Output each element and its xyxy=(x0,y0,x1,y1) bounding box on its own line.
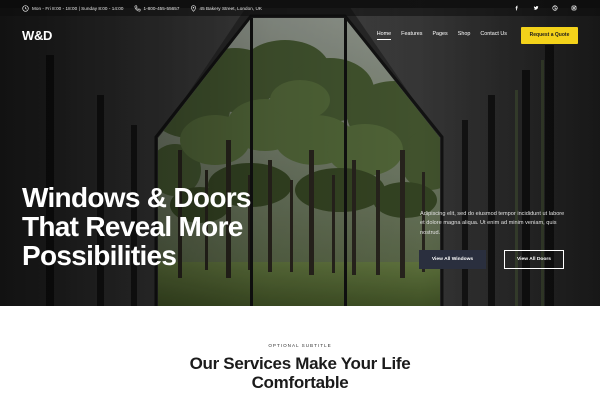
section-subtitle: OPTIONAL SUBTITLE xyxy=(268,343,332,348)
clock-icon xyxy=(22,4,29,12)
site-logo[interactable]: W&D xyxy=(22,28,52,43)
view-all-doors-button[interactable]: View All Doors xyxy=(504,250,564,269)
phone-icon xyxy=(134,5,140,11)
hero-title-line: Windows & Doors xyxy=(22,182,252,213)
social-links xyxy=(513,4,578,12)
contact-info: Mon - Fri 8:00 - 18:00 | Sunday 8:00 - 1… xyxy=(22,4,262,12)
address-text: 45 Bakery Street, London, UK xyxy=(199,5,262,11)
request-quote-button[interactable]: Request a Quote xyxy=(521,26,578,44)
top-info-bar: Mon - Fri 8:00 - 18:00 | Sunday 8:00 - 1… xyxy=(0,0,600,16)
instagram-icon[interactable] xyxy=(570,4,578,12)
nav-item-features[interactable]: Features xyxy=(401,31,422,40)
hero-buttons: View All Windows View All Doors xyxy=(419,250,564,269)
header-right: Home Features Pages Shop Contact Us Requ… xyxy=(376,26,578,44)
section-title: Our Services Make Your Life Comfortable xyxy=(150,354,450,392)
hours-info: Mon - Fri 8:00 - 18:00 | Sunday 8:00 - 1… xyxy=(22,4,124,12)
location-pin-icon xyxy=(190,4,196,12)
hero-title-line: That Reveal More xyxy=(22,211,243,242)
phone-info[interactable]: 1-800-455-55657 xyxy=(134,5,180,12)
dribbble-icon[interactable] xyxy=(551,4,559,12)
phone-text: 1-800-455-55657 xyxy=(143,5,180,11)
nav-item-contact-us[interactable]: Contact Us xyxy=(480,31,507,40)
nav-item-home[interactable]: Home xyxy=(376,31,392,40)
hero-section: Mon - Fri 8:00 - 18:00 | Sunday 8:00 - 1… xyxy=(0,0,600,306)
section-title-line: Comfortable xyxy=(251,373,349,392)
address-info: 45 Bakery Street, London, UK xyxy=(190,4,262,12)
main-nav: Home Features Pages Shop Contact Us xyxy=(376,31,507,40)
services-section: OPTIONAL SUBTITLE Our Services Make Your… xyxy=(0,306,600,400)
hours-text: Mon - Fri 8:00 - 18:00 | Sunday 8:00 - 1… xyxy=(32,5,124,11)
view-all-windows-button[interactable]: View All Windows xyxy=(419,250,486,269)
section-title-line: Our Services Make Your Life xyxy=(189,354,411,373)
hero-title: Windows & Doors That Reveal More Possibi… xyxy=(22,183,322,270)
facebook-icon[interactable] xyxy=(513,4,521,12)
main-header: W&D Home Features Pages Shop Contact Us … xyxy=(0,22,600,48)
hero-description: Adipiscing elit, sed do eiusmod tempor i… xyxy=(420,211,565,236)
hero-title-line: Possibilities xyxy=(22,240,177,271)
twitter-icon[interactable] xyxy=(532,4,540,12)
nav-item-shop[interactable]: Shop xyxy=(458,31,471,40)
nav-item-pages[interactable]: Pages xyxy=(432,31,447,40)
